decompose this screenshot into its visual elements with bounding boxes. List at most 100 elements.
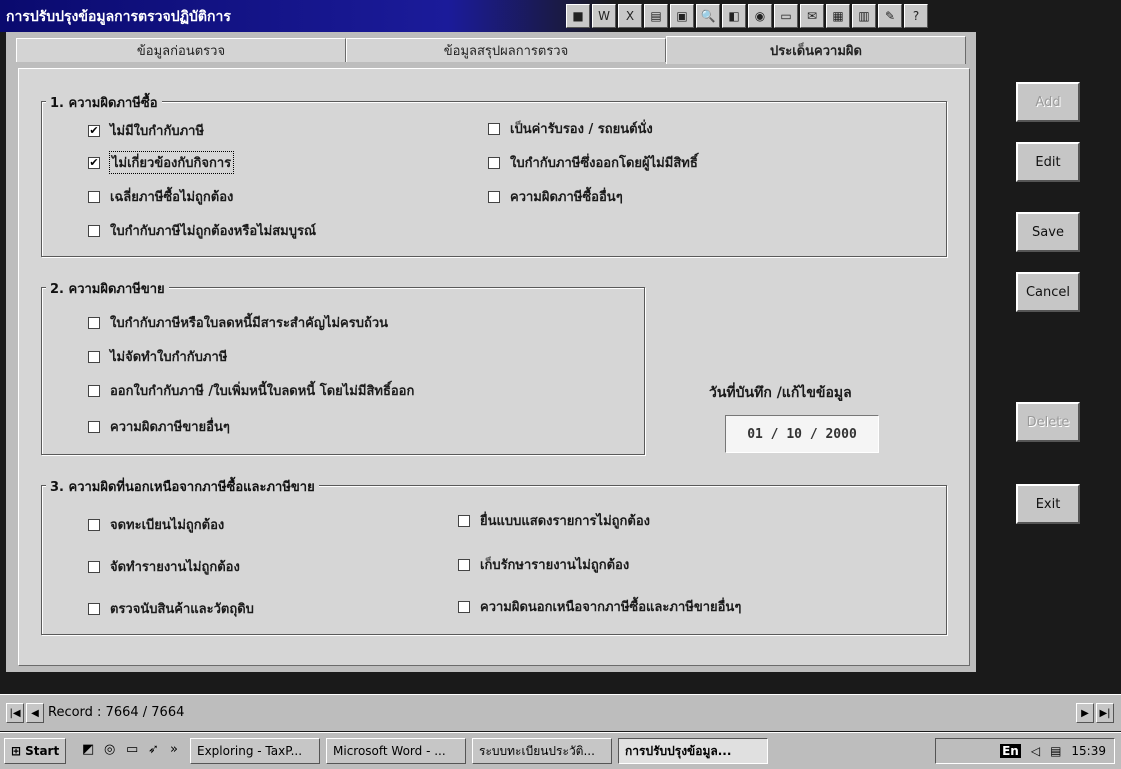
checkbox-other-purchase-tax[interactable]: ความผิดภาษีซื้ออื่นๆ xyxy=(488,186,623,207)
more-icon[interactable]: » xyxy=(170,742,178,757)
start-label: Start xyxy=(25,744,60,758)
checkbox-label: ยื่นแบบแสดงรายการไม่ถูกต้อง xyxy=(480,514,650,529)
tab-pre-inspection[interactable]: ข้อมูลก่อนตรวจ xyxy=(16,38,346,62)
checkbox-box[interactable] xyxy=(88,224,100,237)
taskbar: ⊞ Start ◩ ◎ ▭ ➶ » Exploring - TaxP... Mi… xyxy=(0,732,1121,769)
checkbox-incomplete-invoice[interactable]: ใบกำกับภาษีหรือใบลดหนี้มีสาระสำคัญไม่ครบ… xyxy=(88,312,388,333)
volume-icon[interactable]: ◁ xyxy=(1031,744,1040,758)
checkbox-no-tax-invoice[interactable]: ✔ ไม่มีใบกำกับภาษี xyxy=(88,120,204,141)
checkbox-wrong-filing[interactable]: ยื่นแบบแสดงรายการไม่ถูกต้อง xyxy=(458,510,650,531)
checkbox-unrelated-business[interactable]: ✔ ไม่เกี่ยวข้องกับกิจการ xyxy=(88,151,235,174)
last-record-icon[interactable]: ▶| xyxy=(1096,703,1114,723)
help-icon[interactable]: ? xyxy=(904,4,928,28)
checkbox-report-retention[interactable]: เก็บรักษารายงานไม่ถูกต้อง xyxy=(458,554,629,575)
checkbox-box[interactable] xyxy=(88,420,100,433)
cancel-button[interactable]: Cancel xyxy=(1016,272,1080,312)
exit-button[interactable]: Exit xyxy=(1016,484,1080,524)
checkbox-label: จดทะเบียนไม่ถูกต้อง xyxy=(110,518,225,533)
checkbox-other-offenses[interactable]: ความผิดนอกเหนือจากภาษีซื้อและภาษีขายอื่น… xyxy=(458,596,741,617)
checkbox-label: ใบกำกับภาษีไม่ถูกต้องหรือไม่สมบูรณ์ xyxy=(110,224,317,239)
channel-icon[interactable]: ➶ xyxy=(148,742,159,757)
language-indicator[interactable]: En xyxy=(1000,744,1021,758)
mail-icon[interactable]: ✉ xyxy=(800,4,824,28)
checkbox-stock-count[interactable]: ตรวจนับสินค้าและวัตถุดิบ xyxy=(88,598,254,619)
checkbox-label: ความผิดภาษีซื้ออื่นๆ xyxy=(510,190,623,205)
checkbox-box[interactable]: ✔ xyxy=(88,156,100,169)
checkbox-label: เฉลี่ยภาษีซื้อไม่ถูกต้อง xyxy=(110,190,234,205)
group-sales-tax: 2. ความผิดภาษีขาย ใบกำกับภาษีหรือใบลดหนี… xyxy=(41,278,645,455)
group-purchase-tax-title: 1. ความผิดภาษีซื้อ xyxy=(46,92,162,113)
chart-icon[interactable]: ▦ xyxy=(826,4,850,28)
task-exploring[interactable]: Exploring - TaxP... xyxy=(190,738,320,764)
checkbox-box[interactable] xyxy=(88,602,100,615)
checkbox-label: ออกใบกำกับภาษี /ใบเพิ่มหนี้ใบลดหนี้ โดยไ… xyxy=(110,384,415,399)
checkbox-box[interactable]: ✔ xyxy=(88,124,100,137)
checkbox-entertainment-car[interactable]: เป็นค่ารับรอง / รถยนต์นั่ง xyxy=(488,118,653,139)
add-button[interactable]: Add xyxy=(1016,82,1080,122)
delete-button[interactable]: Delete xyxy=(1016,402,1080,442)
checkbox-box[interactable] xyxy=(88,384,100,397)
network-icon[interactable]: ▤ xyxy=(1050,744,1061,758)
group-sales-tax-title: 2. ความผิดภาษีขาย xyxy=(46,278,169,299)
tab-inspection-summary[interactable]: ข้อมูลสรุปผลการตรวจ xyxy=(346,38,666,62)
browser-icon[interactable]: ◎ xyxy=(104,742,115,757)
checkbox-label: ไม่มีใบกำกับภาษี xyxy=(110,124,205,139)
desktop-icon[interactable]: ◩ xyxy=(82,742,94,757)
word-icon[interactable]: W xyxy=(592,4,616,28)
preview-icon[interactable]: ◧ xyxy=(722,4,746,28)
checkbox-box[interactable] xyxy=(88,560,100,573)
group-other-offenses-title: 3. ความผิดที่นอกเหนือจากภาษีซื้อและภาษีข… xyxy=(46,476,319,497)
tab-offense-issues[interactable]: ประเด็นความผิด xyxy=(666,36,966,64)
group-other-offenses: 3. ความผิดที่นอกเหนือจากภาษีซื้อและภาษีข… xyxy=(41,476,947,635)
calendar-icon[interactable]: ▥ xyxy=(852,4,876,28)
task-registry[interactable]: ระบบทะเบียนประวัติ... xyxy=(472,738,612,764)
checkbox-box[interactable] xyxy=(488,156,500,169)
edit-button[interactable]: Edit xyxy=(1016,142,1080,182)
outlook-icon[interactable]: ▭ xyxy=(126,742,138,757)
start-button[interactable]: ⊞ Start xyxy=(4,738,66,764)
checkbox-box[interactable] xyxy=(458,600,470,613)
next-record-icon[interactable]: ▶ xyxy=(1076,703,1094,723)
task-word[interactable]: Microsoft Word - ... xyxy=(326,738,466,764)
checkbox-box[interactable] xyxy=(488,122,500,135)
folder-icon[interactable]: ▭ xyxy=(774,4,798,28)
date-field[interactable]: 01 / 10 / 2000 xyxy=(725,415,879,453)
checkbox-wrong-report[interactable]: จัดทำรายงานไม่ถูกต้อง xyxy=(88,556,240,577)
checkbox-box[interactable] xyxy=(488,190,500,203)
checkbox-unauthorized-invoice[interactable]: ออกใบกำกับภาษี /ใบเพิ่มหนี้ใบลดหนี้ โดยไ… xyxy=(88,380,414,401)
checkbox-box[interactable] xyxy=(458,558,470,571)
checkbox-box[interactable] xyxy=(88,518,100,531)
previous-record-icon[interactable]: ◀ xyxy=(26,703,44,723)
search-icon[interactable]: 🔍 xyxy=(696,4,720,28)
checkbox-box[interactable] xyxy=(458,514,470,527)
powerpoint-icon[interactable]: ▣ xyxy=(670,4,694,28)
windows-logo-icon: ⊞ xyxy=(11,744,22,758)
checkbox-label: เป็นค่ารับรอง / รถยนต์นั่ง xyxy=(510,122,653,137)
checkbox-wrong-registration[interactable]: จดทะเบียนไม่ถูกต้อง xyxy=(88,514,224,535)
tools-icon[interactable]: ✎ xyxy=(878,4,902,28)
save-button[interactable]: Save xyxy=(1016,212,1080,252)
date-label: วันที่บันทึก /แก้ไขข้อมูล xyxy=(709,385,852,401)
checkbox-box[interactable] xyxy=(88,316,100,329)
paint-icon[interactable]: ◉ xyxy=(748,4,772,28)
checkbox-purchase-tax-average[interactable]: เฉลี่ยภาษีซื้อไม่ถูกต้อง xyxy=(88,186,233,207)
checkbox-other-sales-tax[interactable]: ความผิดภาษีขายอื่นๆ xyxy=(88,416,230,437)
record-navigator: |◀ ◀ Record : 7664 / 7664 ▶ ▶| xyxy=(0,694,1121,731)
tab-panel: 1. ความผิดภาษีซื้อ ✔ ไม่มีใบกำกับภาษี ✔ … xyxy=(18,68,970,666)
checkbox-no-invoice-issued[interactable]: ไม่จัดทำใบกำกับภาษี xyxy=(88,346,227,367)
app-icon[interactable]: ■ xyxy=(566,4,590,28)
checkbox-box[interactable] xyxy=(88,350,100,363)
checkbox-label: จัดทำรายงานไม่ถูกต้อง xyxy=(110,560,240,575)
checkbox-invalid-invoice[interactable]: ใบกำกับภาษีไม่ถูกต้องหรือไม่สมบูรณ์ xyxy=(88,220,316,241)
office-toolbar: ■ W X ▤ ▣ 🔍 ◧ ◉ ▭ ✉ ▦ ▥ ✎ ? xyxy=(566,4,928,28)
checkbox-label: ใบกำกับภาษีหรือใบลดหนี้มีสาระสำคัญไม่ครบ… xyxy=(110,316,389,331)
excel-icon[interactable]: X xyxy=(618,4,642,28)
window-title: การปรับปรุงข้อมูลการตรวจปฏิบัติการ xyxy=(6,9,231,25)
checkbox-label: ไม่เกี่ยวข้องกับกิจการ xyxy=(108,151,235,174)
checkbox-box[interactable] xyxy=(88,190,100,203)
first-record-icon[interactable]: |◀ xyxy=(6,703,24,723)
access-icon[interactable]: ▤ xyxy=(644,4,668,28)
checkbox-label: เก็บรักษารายงานไม่ถูกต้อง xyxy=(480,558,630,573)
checkbox-unauthorized-issuer[interactable]: ใบกำกับภาษีซึ่งออกโดยผู้ไม่มีสิทธิ์ xyxy=(488,152,698,173)
task-current-form[interactable]: การปรับปรุงข้อมูล... xyxy=(618,738,768,764)
